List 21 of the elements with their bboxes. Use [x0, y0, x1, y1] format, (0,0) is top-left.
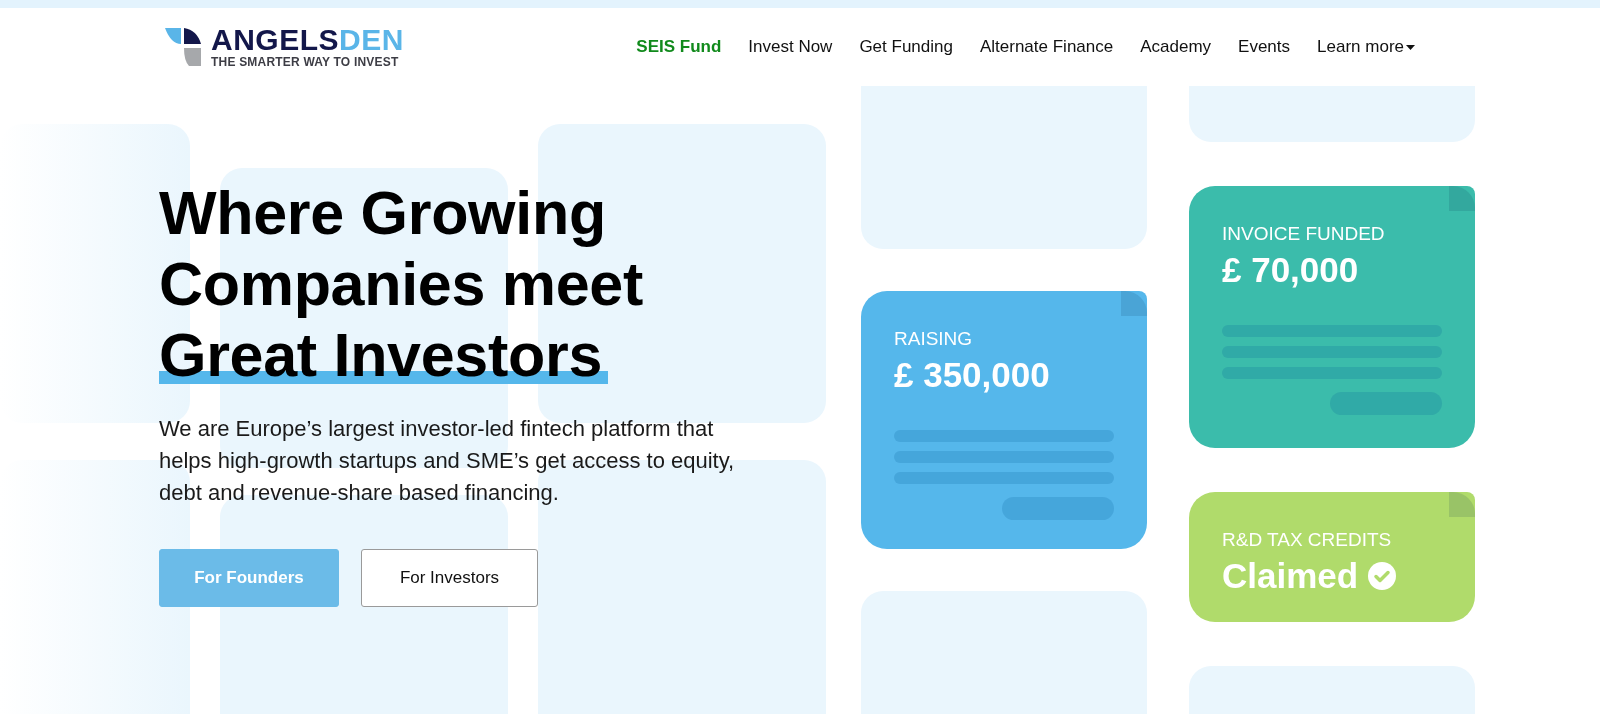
card-status: Claimed [1222, 555, 1359, 597]
logo-wordmark: ANGELSDEN [211, 25, 404, 55]
card-amount: £ 70,000 [1222, 249, 1360, 291]
hero-description: We are Europe’s largest investor-led fintech platform that helps high-growth startups and SME’s get access to equity, debt and revenue-share based financing. [159, 415, 736, 507]
folded-corner [1449, 492, 1475, 517]
nav-link[interactable]: Events [1238, 37, 1291, 57]
nav-link[interactable]: Learn more [1317, 37, 1415, 57]
check-icon [1368, 562, 1397, 590]
card-label: R&D TAX CREDITS [1222, 528, 1393, 552]
nav-link[interactable]: Academy [1140, 37, 1212, 57]
card-label: RAISING [894, 327, 974, 351]
nav-link[interactable]: Get Funding [859, 37, 953, 57]
card-amount: £ 350,000 [894, 354, 1051, 396]
cta-button[interactable]: For Investors [361, 549, 538, 607]
folded-corner [1121, 291, 1147, 316]
nav-link[interactable]: Invest Now [748, 37, 833, 57]
logo-tagline: THE SMARTER WAY TO INVEST [211, 55, 400, 69]
card-label: INVOICE FUNDED [1222, 222, 1386, 246]
nav-link[interactable]: SEIS Fund [636, 37, 722, 57]
folded-corner [1449, 186, 1475, 211]
nav-link[interactable]: Alternate Finance [979, 37, 1114, 57]
